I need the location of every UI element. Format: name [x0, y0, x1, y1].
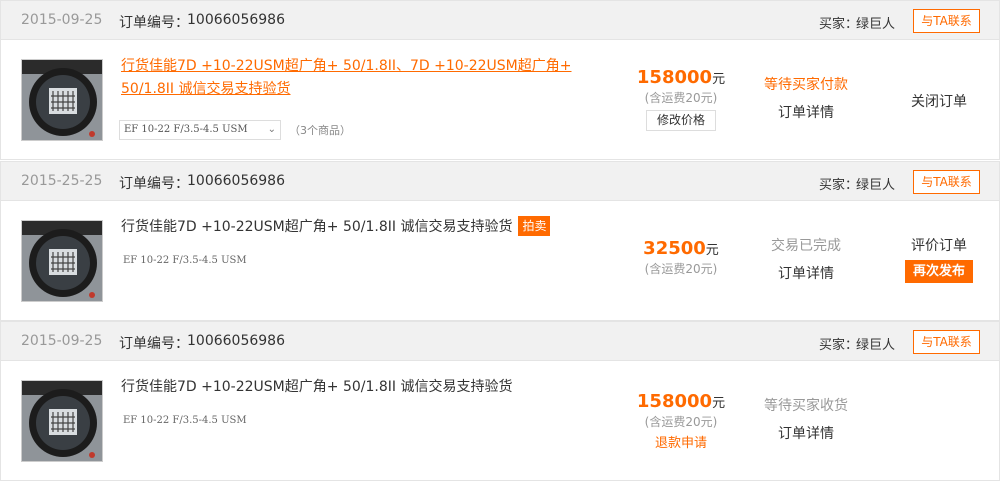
- order-price: 158000: [636, 67, 713, 88]
- order-price: 32500: [643, 238, 706, 259]
- buyer-name[interactable]: 绿巨人: [856, 13, 895, 32]
- spec-select-value: EF 10-22 F/3.5-4.5 USM: [124, 124, 248, 135]
- spec-text: EF 10-22 F/3.5-4.5 USM: [123, 415, 247, 426]
- order-status: 等待买家付款: [764, 77, 848, 93]
- auction-badge: 拍卖: [518, 216, 551, 236]
- price-block: 32500元 (含运费20元): [621, 238, 741, 277]
- order-card: 2015-09-25 订单编号： 10066056986 买家： 绿巨人 与TA…: [0, 0, 1000, 160]
- product-title-text[interactable]: 行货佳能7D +10-22USM超广角+ 50/1.8II 诚信交易支持验货: [121, 219, 512, 235]
- camera-lens-image: [22, 381, 102, 461]
- order-body: 行货佳能7D +10-22USM超广角+ 50/1.8II 诚信交易支持验货 拍卖…: [0, 201, 1000, 321]
- order-header: 2015-09-25 订单编号： 10066056986 买家： 绿巨人 与TA…: [0, 0, 1000, 40]
- order-header: 2015-09-25 订单编号： 10066056986 买家： 绿巨人 与TA…: [0, 321, 1000, 361]
- republish-button[interactable]: 再次发布: [905, 260, 973, 283]
- order-price: 158000: [636, 391, 713, 412]
- order-number-label: 订单编号：: [119, 15, 189, 31]
- order-date: 2015-09-25: [21, 333, 103, 349]
- spec-text: EF 10-22 F/3.5-4.5 USM: [123, 255, 247, 266]
- order-number: 10066056986: [187, 12, 285, 28]
- order-number-label: 订单编号：: [119, 176, 189, 192]
- order-status: 交易已完成: [771, 238, 841, 254]
- spec-select[interactable]: EF 10-22 F/3.5-4.5 USM ⌄: [119, 120, 281, 140]
- camera-lens-image: [22, 60, 102, 140]
- order-detail-link[interactable]: 订单详情: [746, 423, 866, 443]
- contact-buyer-button[interactable]: 与TA联系: [913, 9, 980, 33]
- price-unit: 元: [712, 396, 726, 411]
- shipping-note: (含运费20元): [644, 415, 718, 429]
- buyer-label: 买家：: [819, 338, 859, 353]
- contact-buyer-button[interactable]: 与TA联系: [913, 330, 980, 354]
- product-thumbnail[interactable]: [21, 59, 103, 141]
- order-date: 2015-25-25: [21, 173, 103, 189]
- buyer-name[interactable]: 绿巨人: [856, 334, 895, 353]
- modify-price-button[interactable]: 修改价格: [646, 110, 716, 131]
- order-card: 2015-09-25 订单编号： 10066056986 买家： 绿巨人 与TA…: [0, 321, 1000, 481]
- buyer-label: 买家：: [819, 17, 859, 32]
- buyer-label: 买家：: [819, 178, 859, 193]
- order-status: 等待买家收货: [764, 398, 848, 414]
- price-unit: 元: [705, 243, 719, 258]
- order-number-label: 订单编号：: [119, 336, 189, 352]
- contact-buyer-button[interactable]: 与TA联系: [913, 170, 980, 194]
- refund-request-link[interactable]: 退款申请: [621, 432, 741, 451]
- shipping-note: (含运费20元): [644, 262, 718, 276]
- buyer-name[interactable]: 绿巨人: [856, 174, 895, 193]
- order-detail-link[interactable]: 订单详情: [746, 263, 866, 283]
- order-list: 2015-09-25 订单编号： 10066056986 买家： 绿巨人 与TA…: [0, 0, 1000, 481]
- item-count: （3个商品）: [289, 124, 351, 137]
- action-block: 评价订单 再次发布: [899, 235, 979, 283]
- product-title[interactable]: 行货佳能7D +10-22USM超广角+ 50/1.8II 诚信交易支持验货: [121, 376, 581, 399]
- order-detail-link[interactable]: 订单详情: [746, 102, 866, 122]
- status-block: 等待买家付款 订单详情: [746, 74, 866, 122]
- camera-lens-image: [22, 221, 102, 301]
- product-title[interactable]: 行货佳能7D +10-22USM超广角+ 50/1.8II 诚信交易支持验货 拍卖: [121, 216, 581, 239]
- order-date: 2015-09-25: [21, 12, 103, 28]
- chevron-down-icon: ⌄: [267, 124, 276, 135]
- order-body: 行货佳能7D +10-22USM超广角+ 50/1.8II、7D +10-22U…: [0, 40, 1000, 160]
- order-header: 2015-25-25 订单编号： 10066056986 买家： 绿巨人 与TA…: [0, 161, 1000, 201]
- action-block: 关闭订单: [899, 91, 979, 111]
- product-title-link[interactable]: 行货佳能7D +10-22USM超广角+ 50/1.8II、7D +10-22U…: [121, 55, 581, 101]
- price-unit: 元: [712, 72, 726, 87]
- price-block: 158000元 (含运费20元) 修改价格: [621, 67, 741, 131]
- product-thumbnail[interactable]: [21, 380, 103, 462]
- status-block: 等待买家收货 订单详情: [746, 395, 866, 443]
- price-block: 158000元 (含运费20元) 退款申请: [621, 391, 741, 451]
- status-block: 交易已完成 订单详情: [746, 235, 866, 283]
- close-order-link[interactable]: 关闭订单: [899, 91, 979, 111]
- shipping-note: (含运费20元): [644, 91, 718, 105]
- order-card: 2015-25-25 订单编号： 10066056986 买家： 绿巨人 与TA…: [0, 161, 1000, 321]
- order-body: 行货佳能7D +10-22USM超广角+ 50/1.8II 诚信交易支持验货 E…: [0, 361, 1000, 481]
- order-number: 10066056986: [187, 333, 285, 349]
- rate-order-link[interactable]: 评价订单: [899, 235, 979, 255]
- product-thumbnail[interactable]: [21, 220, 103, 302]
- order-number: 10066056986: [187, 173, 285, 189]
